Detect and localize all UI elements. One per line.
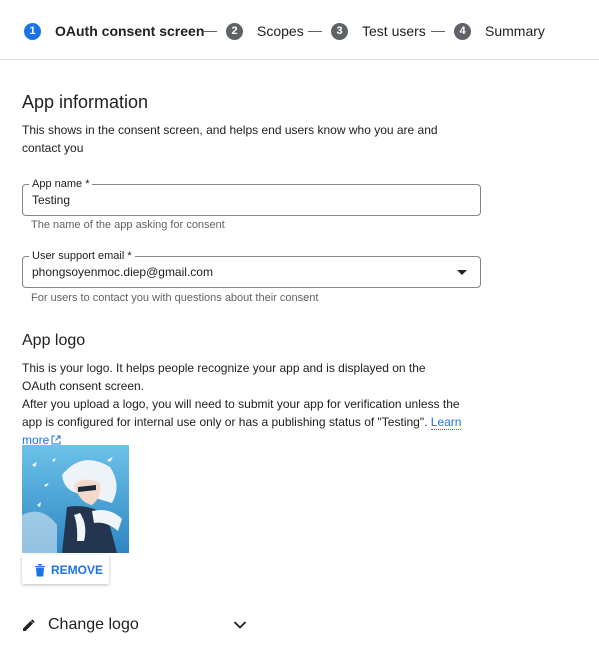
- change-logo-expander[interactable]: Change logo: [22, 612, 252, 638]
- app-name-field[interactable]: App name * Testing: [22, 177, 481, 216]
- change-logo-label: Change logo: [48, 616, 139, 633]
- step-label: OAuth consent screen: [55, 23, 205, 39]
- step-label: Test users: [362, 23, 426, 39]
- app-name-hint: The name of the app asking for consent: [31, 219, 225, 231]
- trash-icon: [35, 563, 45, 576]
- remove-logo-button[interactable]: REMOVE: [22, 555, 109, 584]
- app-logo-line1: This is your logo. It helps people recog…: [22, 361, 426, 393]
- app-information-description: This shows in the consent screen, and he…: [22, 123, 438, 155]
- step-separator: [431, 31, 445, 32]
- step-number: 2: [226, 22, 243, 40]
- app-logo-image: [22, 445, 129, 553]
- app-logo-description: This is your logo. It helps people recog…: [22, 359, 462, 449]
- app-information-heading: App information: [22, 92, 149, 112]
- user-support-email-select[interactable]: User support email * phongsoyenmoc.diep@…: [22, 249, 481, 288]
- step-number: 1: [24, 22, 41, 40]
- user-support-email-label: User support email *: [29, 249, 135, 263]
- step-number: 3: [331, 22, 348, 40]
- step-test-users[interactable]: 3 Test users: [331, 22, 426, 40]
- dropdown-arrow-icon[interactable]: [457, 270, 467, 275]
- app-logo-heading: App logo: [22, 332, 86, 349]
- app-logo-line2: After you upload a logo, you will need t…: [22, 397, 460, 429]
- step-label: Scopes: [257, 23, 304, 39]
- chevron-down-icon[interactable]: [233, 620, 247, 630]
- step-label: Summary: [485, 23, 545, 39]
- user-support-email-value: phongsoyenmoc.diep@gmail.com: [32, 265, 213, 279]
- step-separator: [203, 31, 217, 32]
- pencil-icon: [23, 619, 35, 631]
- user-support-email-hint: For users to contact you with questions …: [31, 292, 319, 304]
- step-oauth-consent-screen[interactable]: 1 OAuth consent screen: [24, 22, 204, 40]
- step-scopes[interactable]: 2 Scopes: [226, 22, 304, 40]
- step-number: 4: [454, 22, 471, 40]
- remove-label: REMOVE: [51, 562, 104, 577]
- step-summary[interactable]: 4 Summary: [454, 22, 545, 40]
- step-separator: [308, 31, 322, 32]
- app-name-label: App name *: [29, 177, 93, 191]
- stepper: 1 OAuth consent screen 2 Scopes 3 Test u…: [0, 0, 599, 60]
- app-name-value[interactable]: Testing: [32, 193, 70, 207]
- external-link-icon: [51, 435, 61, 445]
